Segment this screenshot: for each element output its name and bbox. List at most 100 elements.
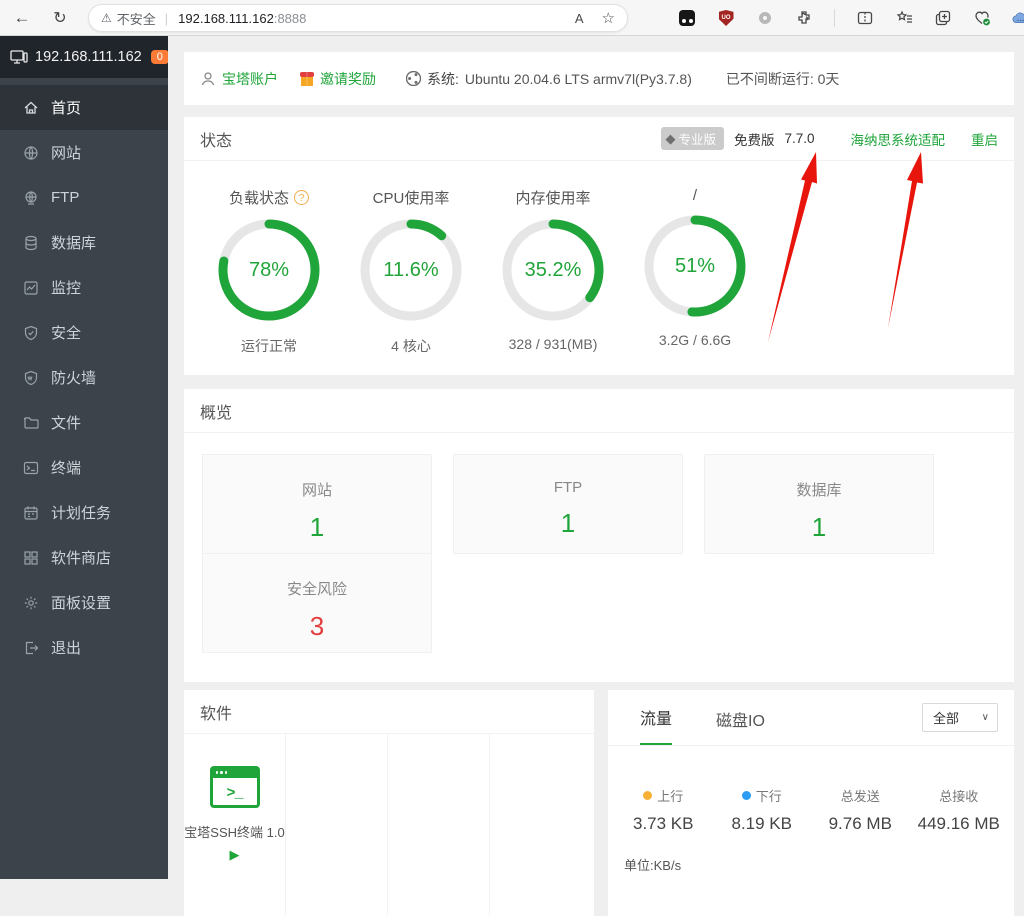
- stat-upstream: 上行 3.73 KB: [614, 786, 713, 834]
- person-icon: [200, 71, 216, 87]
- waf-shield-icon: [22, 369, 39, 386]
- main-content: 宝塔账户 邀请奖励 系统: Ubuntu 20.04.6 LTS armv7l(…: [168, 36, 1024, 879]
- gauge-root-disk: / 51% 3.2G / 6.6G: [624, 187, 766, 356]
- diamond-icon: ◆: [665, 131, 675, 147]
- sidebar-item-label: 安全: [51, 322, 81, 343]
- pro-version-badge[interactable]: ◆ 专业版: [661, 127, 724, 150]
- cloud-extension-icon[interactable]: [1012, 9, 1024, 27]
- back-icon[interactable]: ←: [8, 4, 36, 32]
- app-grid-icon: [22, 549, 39, 566]
- sidebar-item-label: 文件: [51, 412, 81, 433]
- sidebar-item-firewall[interactable]: 防火墙: [0, 355, 168, 400]
- overview-card-security-risk[interactable]: 安全风险 3: [202, 553, 432, 653]
- stat-downstream: 下行 8.19 KB: [713, 786, 812, 834]
- chart-icon: [22, 279, 39, 296]
- favorites-hub-icon[interactable]: [895, 9, 913, 27]
- sidebar: 192.168.111.162 0 首页 网站 FTP 数据库 监控 安全: [0, 36, 168, 879]
- overview-card-website[interactable]: 网站 1: [202, 454, 432, 554]
- sidebar-item-label: 监控: [51, 277, 81, 298]
- sidebar-item-label: 网站: [51, 142, 81, 163]
- not-secure-label[interactable]: 不安全: [117, 9, 156, 28]
- url-host[interactable]: 192.168.111.162: [178, 11, 274, 26]
- add-tab-group-icon[interactable]: [934, 9, 952, 27]
- account-bar: 宝塔账户 邀请奖励 系统: Ubuntu 20.04.6 LTS armv7l(…: [184, 52, 1014, 105]
- browser-essentials-icon[interactable]: [973, 9, 991, 27]
- logout-icon: [22, 639, 39, 656]
- edition-label: 免费版: [734, 129, 775, 149]
- software-run-icon[interactable]: ▶: [230, 847, 240, 863]
- folder-icon: [22, 414, 39, 431]
- uptime-text: 已不间断运行: 0天: [726, 69, 840, 89]
- traffic-unit-label: 单位:KB/s: [624, 855, 681, 874]
- sidebar-item-home[interactable]: 首页: [0, 85, 168, 130]
- version-number: 7.7.0: [784, 131, 814, 146]
- software-empty-cell: [286, 734, 388, 915]
- overview-title: 概览: [200, 399, 232, 423]
- toolbar-divider: [834, 9, 835, 27]
- dark-reader-extension-icon[interactable]: [678, 9, 696, 27]
- software-item-name: 宝塔SSH终端 1.0: [184, 822, 284, 841]
- status-title: 状态: [200, 127, 232, 151]
- tab-traffic[interactable]: 流量: [640, 705, 672, 745]
- ftp-globe-icon: [22, 189, 39, 206]
- sidebar-item-label: 终端: [51, 457, 81, 478]
- overview-section: 概览 网站 1 FTP 1 数据库 1 安全风险 3: [184, 389, 1014, 682]
- server-ip: 192.168.111.162: [35, 49, 142, 65]
- sidebar-item-security[interactable]: 安全: [0, 310, 168, 355]
- software-item-ssh-terminal[interactable]: >_ 宝塔SSH终端 1.0 ▶: [184, 734, 286, 915]
- sidebar-item-settings[interactable]: 面板设置: [0, 580, 168, 625]
- extension-ring-icon[interactable]: [756, 9, 774, 27]
- gift-icon: [300, 72, 314, 86]
- database-icon: [22, 234, 39, 251]
- sidebar-item-label: 退出: [51, 637, 81, 658]
- not-secure-icon: ⚠: [101, 11, 112, 25]
- url-port: :8888: [274, 11, 307, 26]
- restart-link[interactable]: 重启: [971, 129, 998, 149]
- sidebar-menu: 首页 网站 FTP 数据库 监控 安全 防火墙 文件: [0, 78, 168, 670]
- extensions-puzzle-icon[interactable]: [795, 9, 813, 27]
- home-icon: [22, 99, 39, 116]
- interface-filter-select[interactable]: 全部 ∨: [922, 703, 998, 732]
- sidebar-item-monitor[interactable]: 监控: [0, 265, 168, 310]
- tab-disk-io[interactable]: 磁盘IO: [716, 707, 765, 745]
- sidebar-item-label: 面板设置: [51, 592, 111, 613]
- sidebar-item-label: 数据库: [51, 232, 96, 253]
- downstream-dot: [742, 791, 751, 800]
- read-aloud-icon[interactable]: A: [575, 11, 584, 26]
- browser-toolbar: ← ↻ ⚠ 不安全 | 192.168.111.162:8888 A ☆ UO: [0, 0, 1024, 36]
- refresh-icon[interactable]: ↻: [46, 4, 74, 32]
- sidebar-item-website[interactable]: 网站: [0, 130, 168, 175]
- invite-reward-link[interactable]: 邀请奖励: [300, 69, 376, 89]
- shield-check-icon: [22, 324, 39, 341]
- sidebar-item-ftp[interactable]: FTP: [0, 175, 168, 220]
- sidebar-server-header[interactable]: 192.168.111.162 0: [0, 36, 168, 78]
- sidebar-item-terminal[interactable]: 终端: [0, 445, 168, 490]
- gauges-row: 负载状态? 78% 运行正常 CPU使用率 11.6% 4 核心 内存使用率 3…: [184, 161, 1014, 356]
- sidebar-item-cron[interactable]: 计划任务: [0, 490, 168, 535]
- sidebar-item-label: 计划任务: [51, 502, 111, 523]
- software-empty-cell: [388, 734, 490, 915]
- stat-total-sent: 总发送 9.76 MB: [811, 786, 910, 834]
- sidebar-item-logout[interactable]: 退出: [0, 625, 168, 670]
- status-section: 状态 ◆ 专业版 免费版 7.7.0 海纳思系统适配 重启 负载状态? 78% …: [184, 117, 1014, 375]
- ublock-extension-icon[interactable]: UO: [717, 9, 735, 27]
- sidebar-item-label: 软件商店: [51, 547, 111, 568]
- help-icon[interactable]: ?: [294, 190, 309, 205]
- upstream-dot: [643, 791, 652, 800]
- gauge-load: 负载状态? 78% 运行正常: [198, 187, 340, 356]
- overview-card-ftp[interactable]: FTP 1: [453, 454, 683, 554]
- sidebar-item-files[interactable]: 文件: [0, 400, 168, 445]
- sidebar-item-label: FTP: [51, 189, 79, 206]
- bt-account-link[interactable]: 宝塔账户: [200, 69, 278, 89]
- sidebar-item-appstore[interactable]: 软件商店: [0, 535, 168, 580]
- split-screen-icon[interactable]: [856, 9, 874, 27]
- address-bar[interactable]: ⚠ 不安全 | 192.168.111.162:8888 A ☆: [88, 4, 628, 32]
- globe-icon: [22, 144, 39, 161]
- favorite-star-icon[interactable]: ☆: [602, 9, 615, 27]
- server-monitor-icon: [10, 49, 28, 65]
- overview-card-database[interactable]: 数据库 1: [704, 454, 934, 554]
- message-count-badge[interactable]: 0: [151, 50, 169, 64]
- sidebar-item-database[interactable]: 数据库: [0, 220, 168, 265]
- chevron-down-icon: ∨: [982, 712, 989, 723]
- hinas-adapt-link[interactable]: 海纳思系统适配: [851, 129, 946, 149]
